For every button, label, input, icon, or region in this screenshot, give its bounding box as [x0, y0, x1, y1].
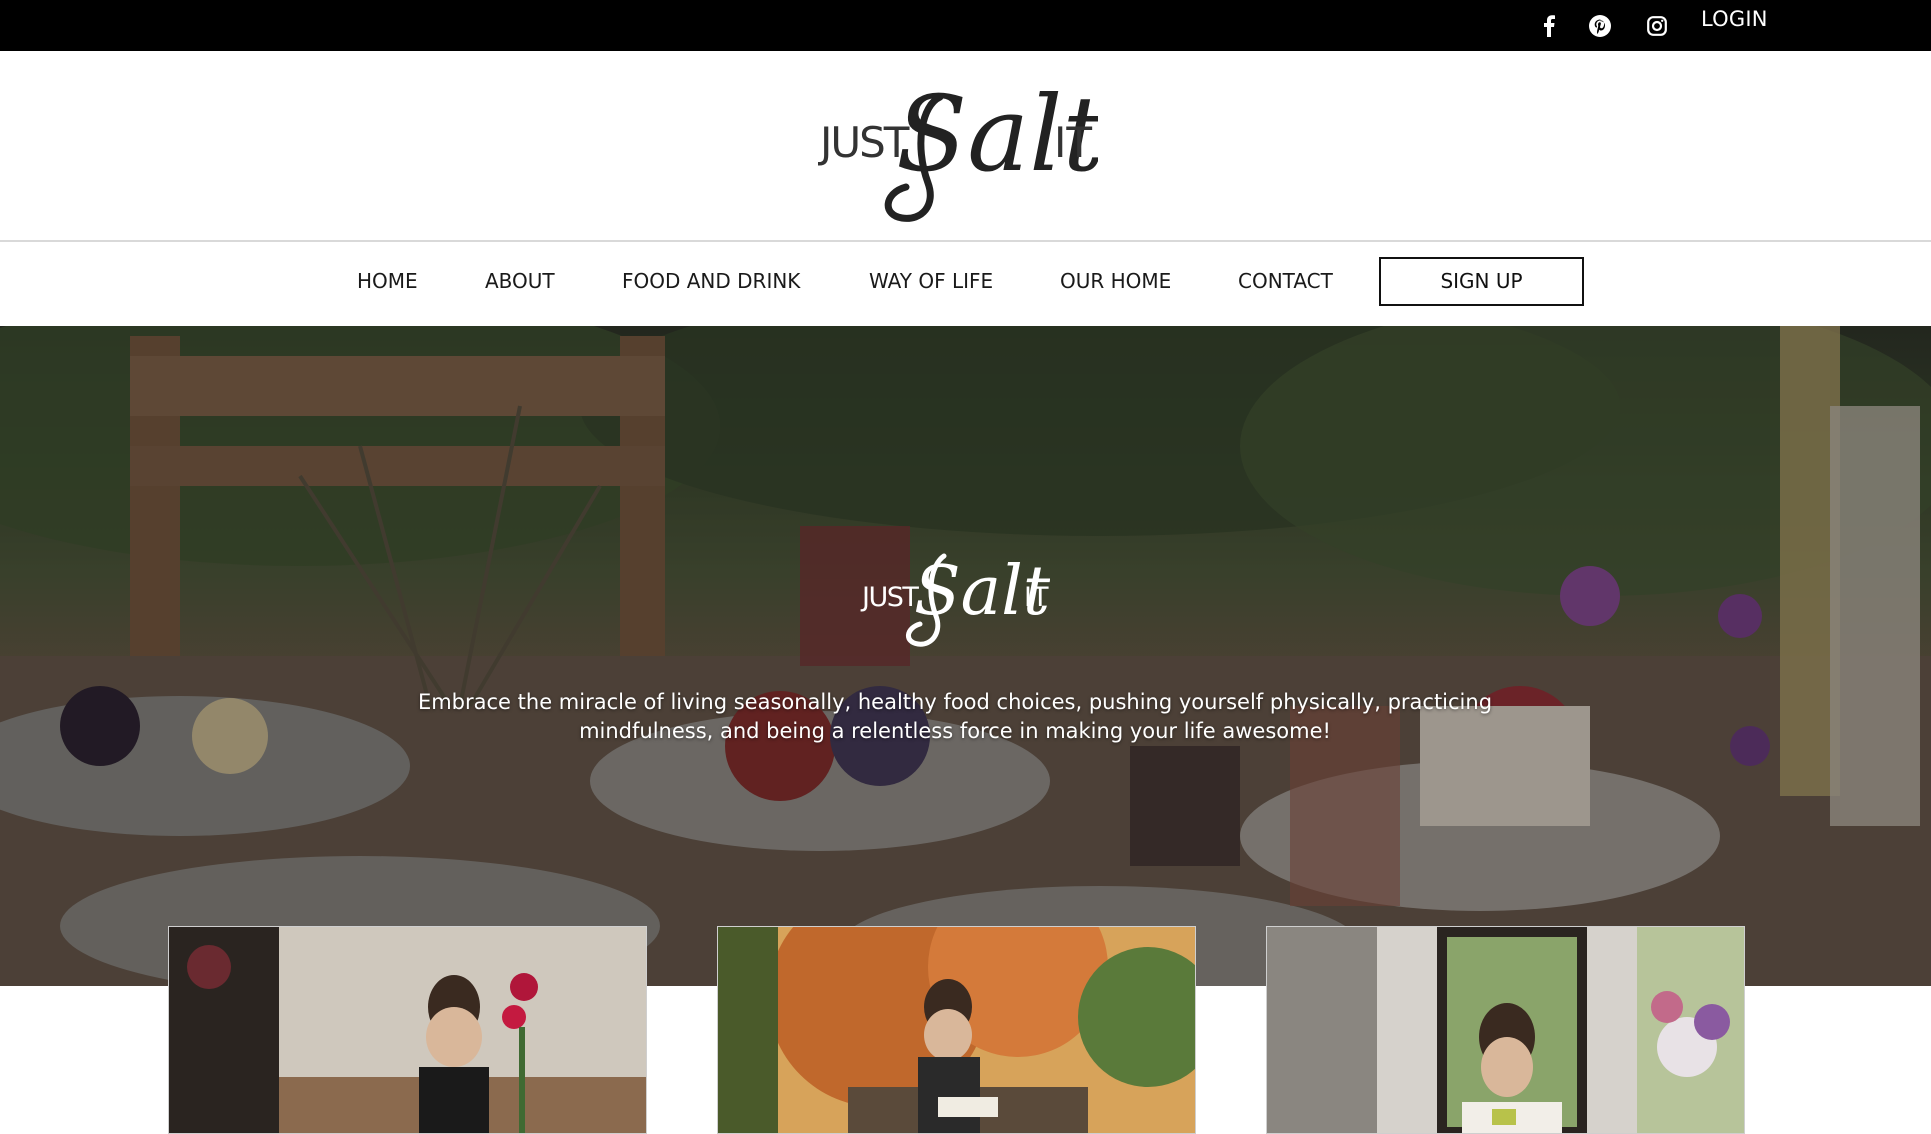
site-header: JUST Salt IT — [0, 51, 1931, 242]
hero-logo-it-text: IT — [1024, 582, 1049, 613]
nav-item-our-home[interactable]: OUR HOME — [1060, 243, 1171, 320]
facebook-icon[interactable] — [1538, 0, 1560, 51]
hero-logo-just-text: JUST — [860, 582, 919, 613]
logo-it-text: IT — [1054, 118, 1092, 167]
feature-card-autumn-garden[interactable] — [717, 926, 1196, 1134]
feature-card-living-room[interactable] — [1266, 926, 1745, 1134]
login-link[interactable]: LOGIN — [1701, 0, 1768, 39]
sign-up-button[interactable]: SIGN UP — [1379, 257, 1584, 306]
main-nav: HOME ABOUT FOOD AND DRINK WAY OF LIFE OU… — [0, 243, 1931, 326]
nav-item-contact[interactable]: CONTACT — [1238, 243, 1333, 320]
hero-logo: JUST Salt IT — [860, 552, 1050, 647]
nav-item-way-of-life[interactable]: WAY OF LIFE — [869, 243, 993, 320]
autumn-garden-photo — [718, 927, 1195, 1133]
nav-item-home[interactable]: HOME — [357, 243, 418, 320]
nav-item-about[interactable]: ABOUT — [485, 243, 555, 320]
pinterest-icon[interactable] — [1589, 0, 1611, 51]
hero-overlay — [0, 326, 1931, 986]
kitchen-photo — [169, 927, 646, 1133]
feature-card-kitchen[interactable] — [168, 926, 647, 1134]
hero-banner: JUST Salt IT Embrace the miracle of livi… — [0, 326, 1931, 986]
top-bar: LOGIN — [0, 0, 1931, 51]
site-logo[interactable]: JUST Salt IT — [818, 75, 1098, 225]
instagram-icon[interactable] — [1646, 0, 1668, 51]
nav-item-food-and-drink[interactable]: FOOD AND DRINK — [622, 243, 800, 320]
hero-tagline: Embrace the miracle of living seasonally… — [417, 690, 1493, 743]
living-room-photo — [1267, 927, 1744, 1133]
